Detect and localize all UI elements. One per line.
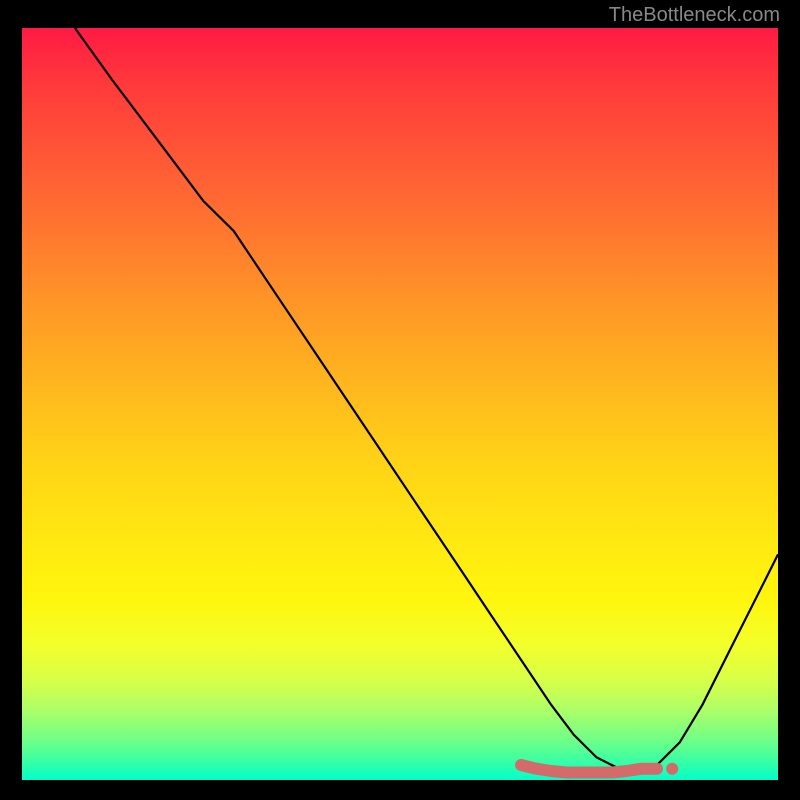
chart-svg [22, 28, 778, 780]
bottom-marker [521, 765, 657, 773]
marker-dot [666, 763, 678, 775]
watermark-text: TheBottleneck.com [609, 4, 780, 27]
main-curve [75, 28, 778, 773]
chart-plot-area [22, 28, 778, 780]
